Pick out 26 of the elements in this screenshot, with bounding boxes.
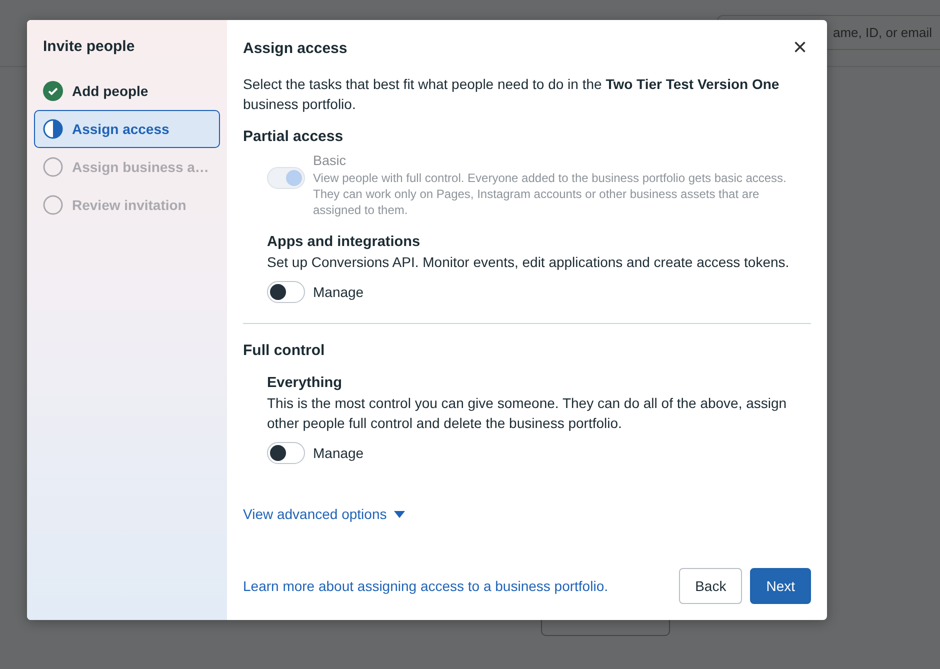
empty-circle-icon (43, 195, 63, 215)
dialog-title: Assign access (243, 40, 348, 56)
back-button[interactable]: Back (679, 568, 742, 604)
toggle-label: Manage (313, 445, 364, 461)
option-description: Set up Conversions API. Monitor events, edit applications and create access tokens. (267, 253, 790, 272)
section-heading: Partial access (243, 128, 344, 145)
check-circle-icon (43, 81, 63, 101)
next-button[interactable]: Next (750, 568, 811, 604)
learn-more-link[interactable]: Learn more about assigning access to a business portfolio. (243, 578, 672, 594)
half-circle-icon (43, 119, 63, 139)
step-item[interactable]: Assign access (34, 110, 220, 148)
empty-circle-icon (43, 157, 63, 177)
intro-text: Select the tasks that best fit what people need to do in the Two Tier Test Version One business portfolio. (243, 75, 780, 114)
option-title: Apps and integrations (267, 234, 422, 250)
toggle-switch[interactable] (267, 442, 305, 464)
advanced-options-link[interactable]: View advanced options (243, 506, 405, 522)
sidebar-title: Invite people (42, 38, 136, 57)
toggle-label: Manage (313, 284, 364, 300)
section-heading: Full control (243, 342, 326, 359)
option-description: This is the most control you can give someone. They can do all of the above, assign other people full control and delete the business portfolio. (267, 394, 788, 433)
option-title: Basic (313, 153, 348, 168)
toggle-switch[interactable] (267, 281, 305, 303)
step-item[interactable]: Add people (34, 72, 220, 110)
option-title: Everything (267, 375, 343, 391)
option-description: View people with full control. Everyone added to the business portfolio gets basic access. They can work only on Pages, Instagram accounts or other business assets that are assigned to them. (313, 170, 788, 218)
caret-icon (394, 510, 405, 518)
